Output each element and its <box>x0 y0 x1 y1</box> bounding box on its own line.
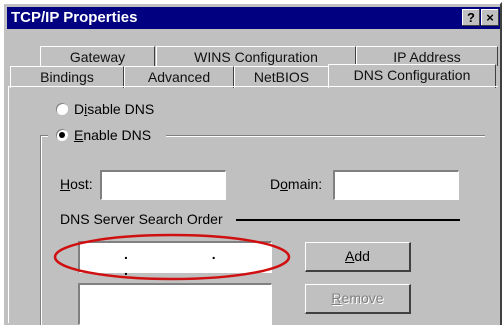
title-bar: TCP/IP Properties ? × <box>7 7 500 29</box>
enable-dns-label[interactable]: Enable DNS <box>74 127 151 143</box>
tab-wins-configuration[interactable]: WINS Configuration <box>156 46 356 66</box>
help-button[interactable]: ? <box>462 9 480 26</box>
tab-advanced[interactable]: Advanced <box>124 66 234 88</box>
window-title: TCP/IP Properties <box>11 9 138 26</box>
tab-gateway[interactable]: Gateway <box>40 46 155 66</box>
search-order-divider <box>236 219 460 221</box>
dns-search-order-label: DNS Server Search Order <box>60 211 223 227</box>
host-input[interactable] <box>100 170 226 200</box>
host-label: Host: <box>60 176 93 192</box>
dns-server-list[interactable] <box>78 283 272 325</box>
tab-ip-address[interactable]: IP Address <box>356 46 498 66</box>
highlight-oval <box>53 233 291 281</box>
remove-button[interactable]: Remove <box>305 284 411 314</box>
close-button[interactable]: × <box>481 9 499 26</box>
domain-label: Domain: <box>270 176 323 192</box>
disable-dns-label[interactable]: Disable DNS <box>74 101 154 117</box>
disable-dns-radio[interactable] <box>56 103 68 115</box>
tab-dns-configuration[interactable]: DNS Configuration <box>328 64 496 88</box>
domain-input[interactable] <box>333 170 459 200</box>
tab-netbios[interactable]: NetBIOS <box>234 66 329 88</box>
enable-dns-radio[interactable] <box>56 129 68 141</box>
add-button[interactable]: Add <box>305 242 411 272</box>
tab-bindings[interactable]: Bindings <box>10 66 124 88</box>
